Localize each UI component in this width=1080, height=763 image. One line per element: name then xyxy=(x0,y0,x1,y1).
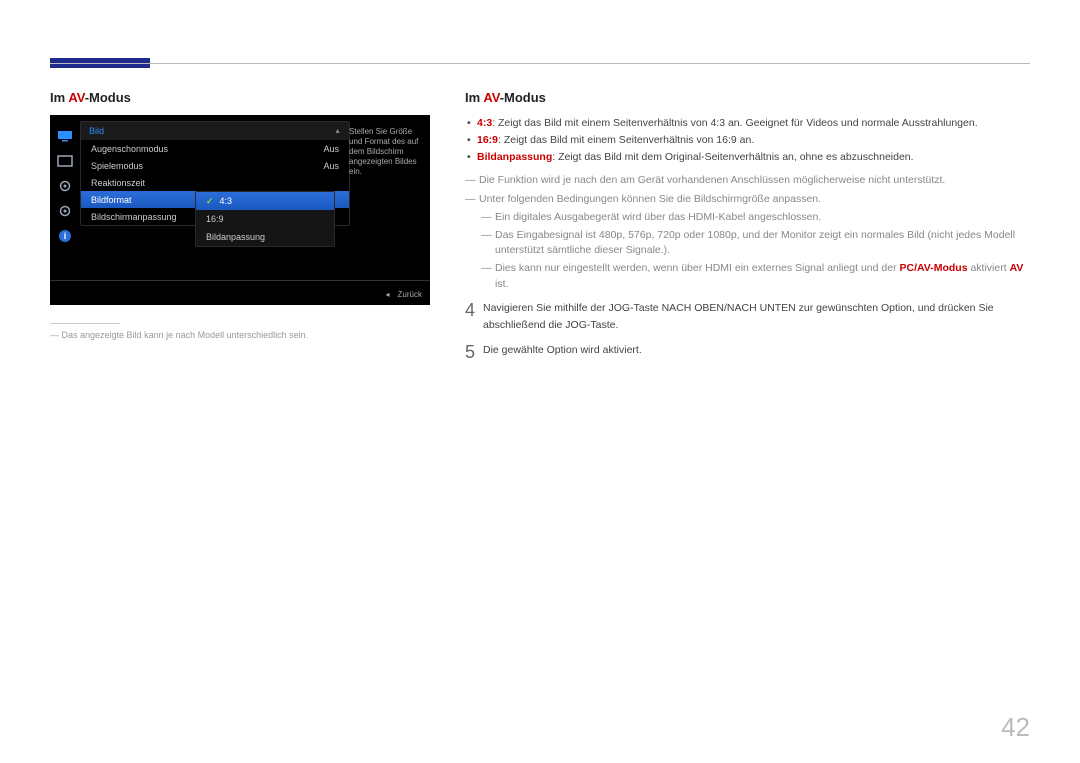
page-number: 42 xyxy=(1001,712,1030,743)
osd-menu-item[interactable]: Augenschonmodus Aus xyxy=(81,140,349,157)
list-item: 16:9: Zeigt das Bild mit einem Seitenver… xyxy=(465,132,1030,149)
header-rule xyxy=(50,63,1030,64)
note-sub-text: Dies kann nur eingestellt werden, wenn ü… xyxy=(481,261,1030,291)
footnote-text: ― Das angezeigte Bild kann je nach Model… xyxy=(50,329,435,342)
step-item: 5 Die gewählte Option wird aktiviert. xyxy=(465,342,1030,361)
step-body: Navigieren Sie mithilfe der JOG-Taste NA… xyxy=(483,300,1030,334)
right-column: Im AV-Modus 4:3: Zeigt das Bild mit eine… xyxy=(450,90,1030,361)
osd-menu-item[interactable]: Reaktionszeit xyxy=(81,174,349,191)
osd-footer-rule xyxy=(50,280,430,281)
note-text: Unter folgenden Bedingungen können Sie d… xyxy=(465,192,1030,207)
gear-icon-2 xyxy=(57,204,73,218)
osd-menu-item[interactable]: Spielemodus Aus xyxy=(81,157,349,174)
accent-text: AV xyxy=(483,90,499,105)
arrow-left-icon: ◂ xyxy=(386,290,390,299)
osd-submenu: ✓ 4:3 16:9 Bildanpassung xyxy=(195,191,335,247)
note-sub-text: Das Eingabesignal ist 480p, 576p, 720p o… xyxy=(481,228,1030,258)
gear-icon xyxy=(57,179,73,193)
info-icon: i xyxy=(57,229,73,243)
monitor-icon xyxy=(57,129,73,143)
step-body: Die gewählte Option wird aktiviert. xyxy=(483,342,1030,361)
osd-submenu-item[interactable]: Bildanpassung xyxy=(196,228,334,246)
right-heading: Im AV-Modus xyxy=(465,90,1030,105)
osd-submenu-item[interactable]: 16:9 xyxy=(196,210,334,228)
osd-sidebar-icons: i xyxy=(50,115,80,305)
left-column: Im AV-Modus i xyxy=(50,90,450,361)
osd-description: Stellen Sie Größe und Format des auf dem… xyxy=(349,127,424,177)
step-number: 5 xyxy=(465,342,483,361)
accent-text: AV xyxy=(68,90,84,105)
footnote-rule xyxy=(50,323,120,324)
osd-footer: ◂ Zurück xyxy=(386,290,422,299)
step-number: 4 xyxy=(465,300,483,334)
osd-back-label[interactable]: Zurück xyxy=(398,290,422,299)
osd-screenshot: i Bild ▲ Augenschonmodus Aus Spielemodus… xyxy=(50,115,430,305)
arrow-up-icon: ▲ xyxy=(334,128,341,135)
bullet-list: 4:3: Zeigt das Bild mit einem Seitenverh… xyxy=(465,115,1030,165)
step-item: 4 Navigieren Sie mithilfe der JOG-Taste … xyxy=(465,300,1030,334)
note-text: Die Funktion wird je nach den am Gerät v… xyxy=(465,173,1030,188)
osd-submenu-item-selected[interactable]: ✓ 4:3 xyxy=(196,192,334,210)
list-item: Bildanpassung: Zeigt das Bild mit dem Or… xyxy=(465,149,1030,166)
note-sub-text: Ein digitales Ausgabegerät wird über das… xyxy=(481,210,1030,225)
list-item: 4:3: Zeigt das Bild mit einem Seitenverh… xyxy=(465,115,1030,132)
frame-icon xyxy=(57,154,73,168)
check-icon: ✓ xyxy=(206,196,214,207)
svg-text:i: i xyxy=(64,231,67,241)
left-heading: Im AV-Modus xyxy=(50,90,435,105)
osd-panel-header: Bild ▲ xyxy=(81,122,349,140)
